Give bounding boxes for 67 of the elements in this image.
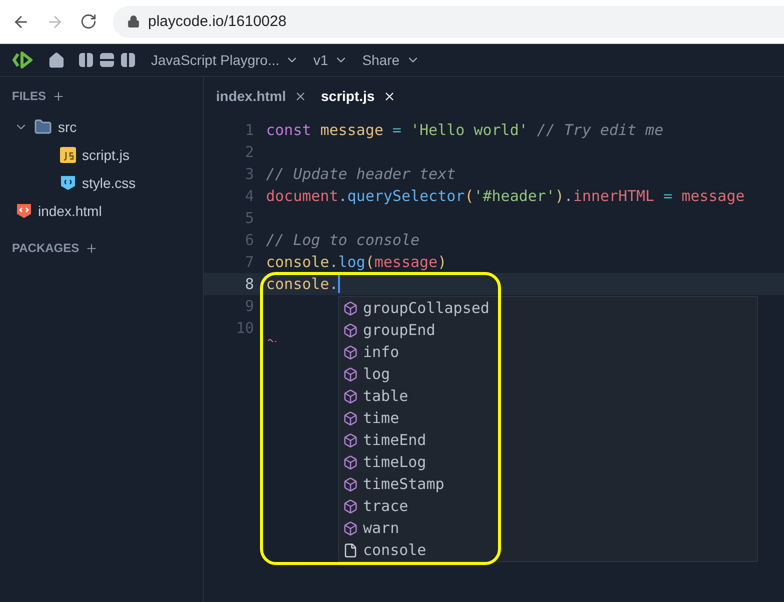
line-number: 2 bbox=[244, 143, 254, 161]
line-number: 3 bbox=[244, 165, 254, 183]
suggestion-item[interactable]: console bbox=[363, 541, 426, 559]
cube-icon bbox=[343, 498, 358, 514]
code-line: console.log(message) bbox=[266, 253, 447, 271]
suggestion-item[interactable]: time bbox=[363, 409, 400, 427]
html-file-icon bbox=[16, 203, 32, 219]
project-menu[interactable]: JavaScript Playgro... bbox=[151, 52, 300, 68]
suggestion-item[interactable]: trace bbox=[363, 497, 408, 515]
cube-icon bbox=[343, 366, 358, 382]
line-number: 6 bbox=[244, 231, 254, 249]
folder-icon bbox=[34, 118, 52, 136]
version-menu[interactable]: v1 bbox=[313, 52, 348, 68]
add-icon[interactable] bbox=[52, 90, 66, 102]
add-icon[interactable] bbox=[85, 242, 98, 254]
document-icon bbox=[343, 542, 358, 558]
section-title: FILES bbox=[12, 89, 46, 103]
section-title: PACKAGES bbox=[12, 241, 80, 255]
home-icon[interactable] bbox=[48, 52, 65, 68]
cube-icon bbox=[343, 454, 358, 470]
line-number: 10 bbox=[234, 319, 254, 337]
line-number: 7 bbox=[244, 253, 254, 271]
cube-icon bbox=[343, 476, 358, 492]
suggestion-item[interactable]: groupCollapsed bbox=[363, 299, 490, 317]
cube-icon bbox=[343, 388, 358, 404]
file-tree-item[interactable]: script.js bbox=[82, 147, 130, 163]
reload-button[interactable] bbox=[80, 13, 97, 30]
file-tree-item[interactable]: style.css bbox=[82, 175, 136, 191]
suggestion-item[interactable]: log bbox=[363, 365, 390, 383]
editor-tab[interactable]: script.js bbox=[321, 88, 396, 104]
close-icon[interactable] bbox=[382, 90, 396, 102]
address-bar[interactable]: playcode.io/1610028 bbox=[113, 6, 784, 38]
editor-tab[interactable]: index.html bbox=[216, 88, 308, 104]
code-line: console. bbox=[266, 275, 338, 293]
cube-icon bbox=[343, 322, 358, 338]
file-tree-item[interactable]: src bbox=[58, 119, 77, 135]
suggestion-item[interactable]: info bbox=[363, 343, 400, 361]
cube-icon bbox=[343, 344, 358, 360]
lock-icon bbox=[127, 15, 140, 28]
suggestion-item[interactable]: warn bbox=[363, 519, 400, 537]
suggestion-item[interactable]: timeEnd bbox=[363, 431, 426, 449]
suggestion-item[interactable]: timeLog bbox=[363, 453, 426, 471]
code-line: document.querySelector('#header').innerHTML = message bbox=[266, 187, 745, 205]
line-number: 1 bbox=[244, 121, 254, 139]
close-icon[interactable] bbox=[294, 90, 308, 102]
css-file-icon bbox=[60, 175, 76, 191]
code-line: // Update header text bbox=[266, 165, 456, 183]
error-squiggle bbox=[268, 338, 277, 342]
suggestion-item[interactable]: timeStamp bbox=[363, 475, 444, 493]
line-number: 5 bbox=[244, 209, 254, 227]
cube-icon bbox=[343, 300, 358, 316]
line-number: 9 bbox=[244, 297, 254, 315]
js-file-icon bbox=[60, 147, 76, 163]
line-number: 8 bbox=[244, 275, 254, 293]
line-number: 4 bbox=[244, 187, 254, 205]
code-line: // Log to console bbox=[266, 231, 420, 249]
code-line: const message = 'Hello world' // Try edit me bbox=[266, 121, 664, 139]
text-cursor bbox=[338, 275, 340, 293]
share-menu[interactable]: Share bbox=[362, 52, 420, 68]
cube-icon bbox=[343, 410, 358, 426]
suggestion-item[interactable]: table bbox=[363, 387, 408, 405]
cube-icon bbox=[343, 520, 358, 536]
file-tree-item[interactable]: index.html bbox=[38, 203, 102, 219]
layout-icon[interactable] bbox=[79, 52, 137, 68]
cube-icon bbox=[343, 432, 358, 448]
suggestion-item[interactable]: groupEnd bbox=[363, 321, 436, 339]
logo-icon bbox=[12, 50, 34, 70]
